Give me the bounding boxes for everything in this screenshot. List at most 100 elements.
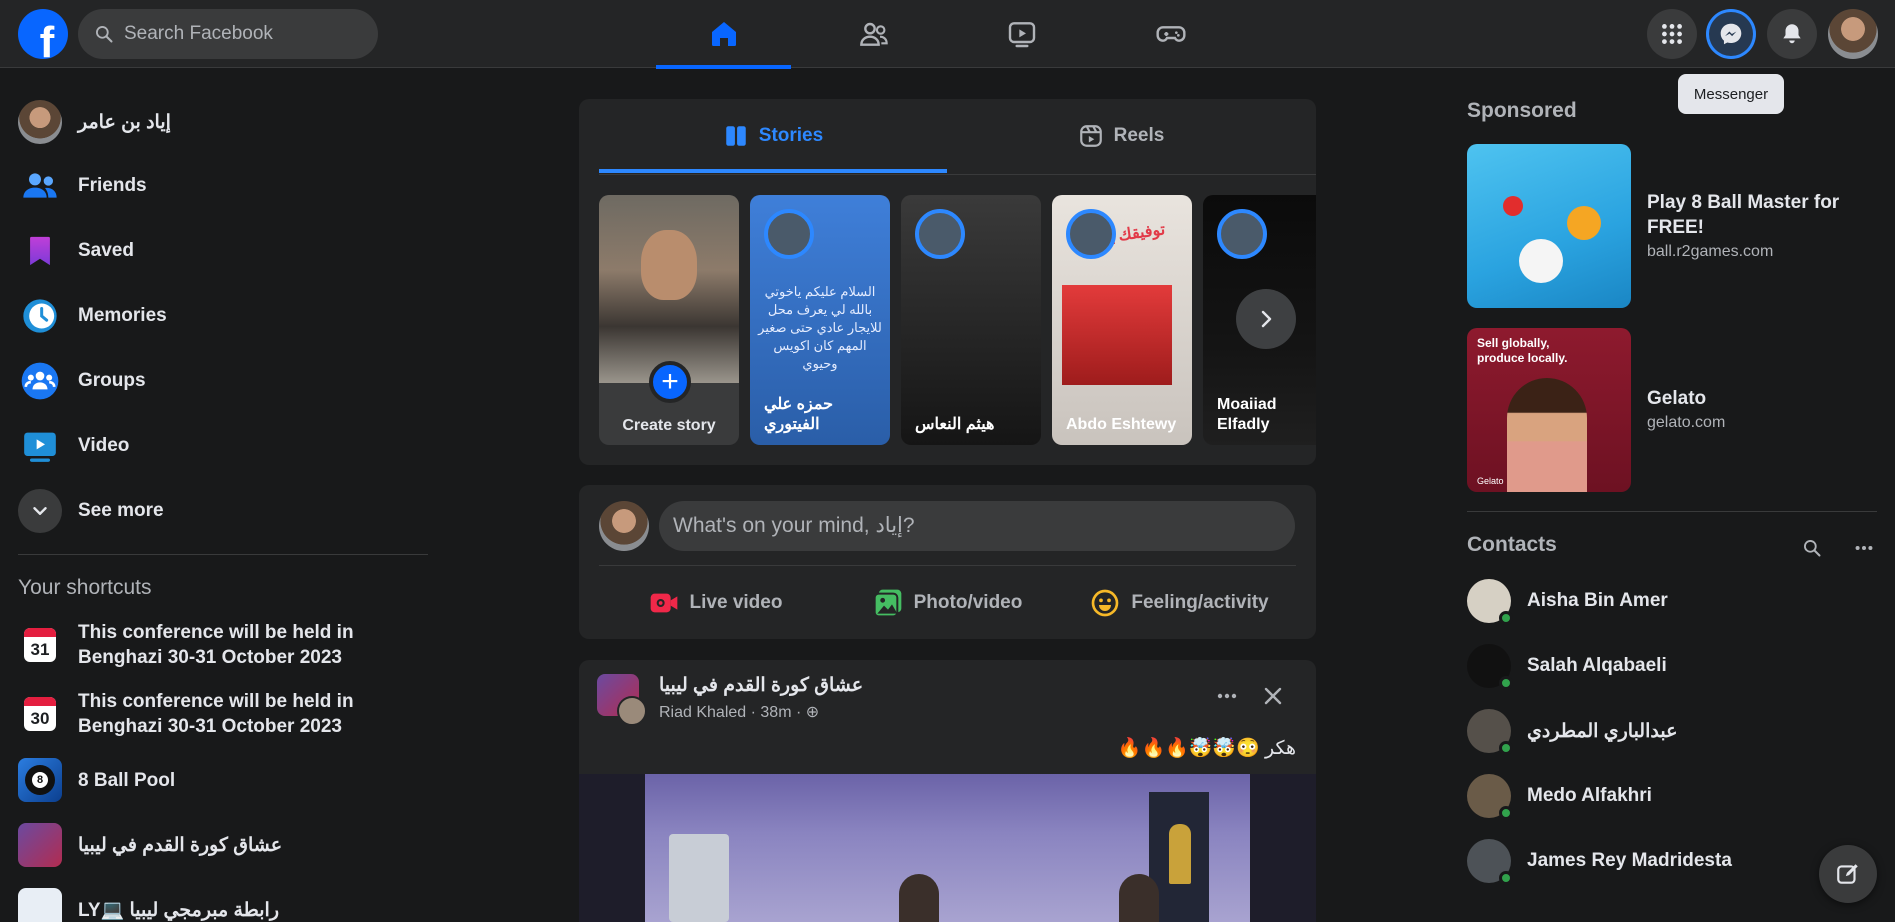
nav-tab-watch[interactable] xyxy=(954,0,1089,68)
shortcut-item[interactable]: رابطة مبرمجي ليبيا 💻LY xyxy=(18,888,279,922)
calendar-icon: 30 xyxy=(18,692,62,736)
shortcut-label: This conference will be held in Benghazi… xyxy=(78,622,354,668)
contacts-options-button[interactable] xyxy=(1846,530,1882,566)
ad-image xyxy=(1467,144,1631,308)
facebook-logo[interactable]: f xyxy=(18,9,68,59)
menu-button[interactable] xyxy=(1647,9,1697,59)
profile-photo xyxy=(599,195,739,383)
post-group-name[interactable]: عشاق كورة القدم في ليبيا xyxy=(659,674,863,697)
tab-label: Reels xyxy=(1113,125,1165,146)
account-avatar[interactable] xyxy=(1828,9,1878,59)
new-message-button[interactable] xyxy=(1819,845,1877,903)
sidebar-item-video[interactable]: Video xyxy=(18,421,129,471)
shortcut-item[interactable]: 8 8 Ball Pool xyxy=(18,758,175,802)
ad-image-text: Sell globally, produce locally. xyxy=(1477,336,1568,365)
sponsored-title: Sponsored xyxy=(1467,99,1577,122)
calendar-icon: 31 xyxy=(18,623,62,667)
sidebar-item-profile[interactable]: إياد بن عامر xyxy=(18,97,171,147)
sponsored-ad[interactable]: Play 8 Ball Master for FREE! ball.r2game… xyxy=(1467,144,1877,308)
avatar xyxy=(1467,839,1513,885)
person-shape xyxy=(899,874,939,922)
ball-number: 8 xyxy=(32,772,48,788)
create-story-card[interactable]: + Create story xyxy=(599,195,739,445)
sidebar-divider xyxy=(18,554,428,555)
create-story-label: Create story xyxy=(622,417,716,434)
story-avatar xyxy=(915,209,965,259)
story-author: Moaiiad Elfadly xyxy=(1217,396,1277,433)
online-indicator xyxy=(1499,611,1513,625)
stories-next-button[interactable] xyxy=(1236,289,1296,349)
feed-post: عشاق كورة القدم في ليبيا Riad Khaled · 3… xyxy=(579,660,1316,922)
tab-stories[interactable]: Stories xyxy=(599,99,947,173)
messenger-button[interactable] xyxy=(1706,9,1756,59)
shortcut-label: عشاق كورة القدم في ليبيا xyxy=(78,834,283,856)
sidebar-item-label: Memories xyxy=(78,305,167,326)
contact-name: James Rey Madridesta xyxy=(1527,850,1732,871)
sidebar-see-more[interactable]: See more xyxy=(18,486,164,536)
story-avatar xyxy=(1066,209,1116,259)
avatar xyxy=(18,100,62,144)
online-indicator xyxy=(1499,676,1513,690)
grid-menu-icon xyxy=(1662,24,1682,44)
search-icon xyxy=(96,26,113,43)
action-label: Feeling/activity xyxy=(1131,592,1269,613)
groups-icon xyxy=(18,359,62,403)
story-text: السلام عليكم ياخوتي بالله لي يعرف محل لل… xyxy=(758,284,882,371)
sponsored-ad[interactable]: Sell globally, produce locally. Gelato G… xyxy=(1467,328,1877,492)
sidebar-item-label: Video xyxy=(78,435,130,456)
story-card[interactable]: السلام عليكم ياخوتي بالله لي يعرف محل لل… xyxy=(750,195,890,445)
action-label: Photo/video xyxy=(913,592,1023,613)
contact-item[interactable]: Medo Alfakhri xyxy=(1467,771,1652,821)
shortcut-item[interactable]: 31 This conference will be held in Bengh… xyxy=(18,620,428,670)
tab-reels[interactable]: Reels xyxy=(947,99,1295,173)
author-avatar[interactable] xyxy=(617,696,647,726)
photo-video-button[interactable]: Photo/video xyxy=(831,579,1063,627)
search-box[interactable] xyxy=(78,9,378,59)
search-contacts-button[interactable] xyxy=(1794,530,1830,566)
group-thumbnail xyxy=(18,823,62,867)
story-card[interactable]: هيثم النعاس xyxy=(901,195,1041,445)
post-options-button[interactable] xyxy=(1209,678,1245,714)
tab-label: Stories xyxy=(758,125,824,146)
home-icon xyxy=(711,22,736,46)
story-avatar xyxy=(1217,209,1267,259)
bookmark-icon xyxy=(18,229,62,273)
post-image[interactable] xyxy=(579,774,1316,922)
story-author: Abdo Eshtewy xyxy=(1066,416,1177,433)
sidebar-item-label: Groups xyxy=(78,370,146,391)
online-indicator xyxy=(1499,741,1513,755)
feeling-activity-button[interactable]: Feeling/activity xyxy=(1063,579,1295,627)
avatar xyxy=(1467,774,1513,820)
shortcut-item[interactable]: عشاق كورة القدم في ليبيا xyxy=(18,823,282,867)
ad-image-brand: Gelato xyxy=(1477,476,1504,486)
left-sidebar: إياد بن عامر Friends Saved Memories Grou… xyxy=(0,68,440,922)
reels-icon xyxy=(1079,125,1102,147)
sidebar-item-memories[interactable]: Memories xyxy=(18,291,167,341)
avatar xyxy=(1467,644,1513,690)
nav-tab-gaming[interactable] xyxy=(1103,0,1238,68)
sidebar-item-saved[interactable]: Saved xyxy=(18,226,134,276)
friends-icon xyxy=(18,164,62,208)
sidebar-item-friends[interactable]: Friends xyxy=(18,161,147,211)
contact-item[interactable]: James Rey Madridesta xyxy=(1467,836,1732,886)
whats-on-your-mind-input[interactable] xyxy=(659,501,1295,551)
search-input[interactable] xyxy=(124,23,364,45)
composer-divider xyxy=(599,565,1296,566)
contact-item[interactable]: Salah Alqabaeli xyxy=(1467,641,1667,691)
nav-tab-friends[interactable] xyxy=(806,0,941,68)
person-shape xyxy=(1119,874,1159,922)
more-icon xyxy=(1855,545,1873,551)
nav-tab-home[interactable] xyxy=(656,0,791,69)
notifications-button[interactable] xyxy=(1767,9,1817,59)
live-video-button[interactable]: Live video xyxy=(599,579,831,627)
hide-post-button[interactable] xyxy=(1255,678,1291,714)
story-card[interactable]: توفيقك يارب Abdo Eshtewy xyxy=(1052,195,1192,445)
ad-url: ball.r2games.com xyxy=(1647,243,1774,260)
shortcut-label: رابطة مبرمجي ليبيا 💻LY xyxy=(78,899,280,921)
contact-item[interactable]: عبدالباري المطردي xyxy=(1467,706,1677,756)
shortcut-item[interactable]: 30 This conference will be held in Bengh… xyxy=(18,689,428,739)
sidebar-item-groups[interactable]: Groups xyxy=(18,356,146,406)
avatar xyxy=(1467,579,1513,625)
ad-url: gelato.com xyxy=(1647,414,1726,431)
contact-item[interactable]: Aisha Bin Amer xyxy=(1467,576,1668,626)
